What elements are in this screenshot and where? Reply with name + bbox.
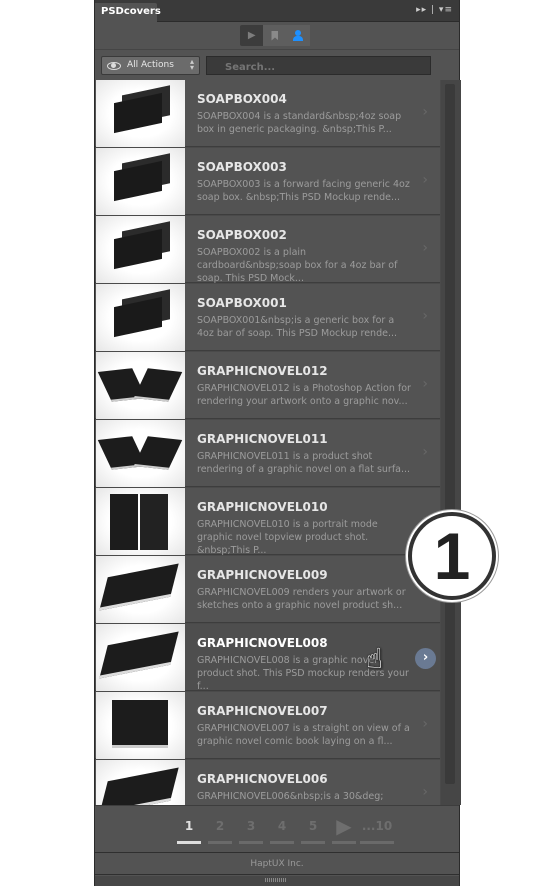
pagination: 1 2 3 4 5 ▶ ...10 — [95, 805, 459, 853]
play-icon[interactable]: ▶ — [240, 25, 263, 46]
list-item[interactable]: GRAPHICNOVEL008 GRAPHICNOVEL008 is a gra… — [95, 624, 440, 692]
toolbar: ▶ — [95, 22, 459, 50]
page-indicator — [360, 841, 394, 844]
next-page-icon[interactable]: ▶ — [332, 814, 356, 838]
item-title: GRAPHICNOVEL009 — [197, 568, 328, 582]
chevron-right-icon[interactable]: › — [422, 444, 428, 460]
chevron-right-icon[interactable]: › — [422, 240, 428, 256]
scrollbar-thumb[interactable] — [445, 84, 455, 784]
item-description: SOAPBOX003 is a forward facing generic 4… — [197, 179, 410, 203]
page-indicator — [239, 841, 263, 844]
list-item[interactable]: GRAPHICNOVEL011 GRAPHICNOVEL011 is a pro… — [95, 420, 440, 487]
cover-thumbnail — [96, 284, 185, 351]
eye-icon — [107, 62, 121, 70]
chevron-right-icon[interactable]: › — [422, 104, 428, 120]
cover-thumbnail — [96, 692, 185, 759]
item-title: GRAPHICNOVEL006 — [197, 772, 328, 786]
list-item[interactable]: SOAPBOX003 SOAPBOX003 is a forward facin… — [95, 148, 440, 215]
cover-thumbnail — [96, 556, 185, 623]
list-item[interactable]: GRAPHICNOVEL007 GRAPHICNOVEL007 is a str… — [95, 692, 440, 759]
item-description: GRAPHICNOVEL007 is a straight on view of… — [197, 723, 410, 747]
footer: HaptUX Inc. — [95, 853, 459, 875]
cover-thumbnail — [96, 420, 185, 487]
item-description: SOAPBOX002 is a plain cardboard&nbsp;soa… — [197, 247, 398, 284]
bookmark-icon[interactable] — [263, 25, 287, 46]
cover-thumbnail — [96, 352, 185, 419]
list-item[interactable]: SOAPBOX001 SOAPBOX001&nbsp;is a generic … — [95, 284, 440, 351]
chevron-right-icon[interactable]: › — [422, 784, 428, 800]
search-input[interactable] — [206, 56, 431, 75]
filter-selected-value: All Actions — [127, 60, 174, 70]
cover-thumbnail — [96, 148, 185, 215]
cover-thumbnail — [96, 80, 185, 147]
item-description: GRAPHICNOVEL006&nbsp;is a 30&deg; — [197, 791, 384, 802]
page-link[interactable]: ...10 — [360, 819, 394, 833]
page-link[interactable]: 3 — [239, 819, 263, 833]
panel-menu-icon[interactable]: ▸▸ | ▾≡ — [416, 5, 453, 15]
cover-thumbnail — [96, 216, 185, 283]
page-indicator — [208, 841, 232, 844]
item-title: GRAPHICNOVEL012 — [197, 364, 328, 378]
chevron-right-icon[interactable]: › — [422, 716, 428, 732]
item-title: SOAPBOX004 — [197, 92, 287, 106]
item-title: GRAPHICNOVEL007 — [197, 704, 328, 718]
psdcovers-panel: PSDcovers ▸▸ | ▾≡ ▶ All Actions ▴▾ SOAPB… — [94, 0, 461, 886]
item-description: GRAPHICNOVEL011 is a product shot render… — [197, 451, 411, 475]
filter-row: All Actions ▴ ▾ — [95, 52, 459, 80]
cover-thumbnail — [96, 488, 185, 555]
list-item[interactable]: GRAPHICNOVEL009 GRAPHICNOVEL009 renders … — [95, 556, 440, 623]
item-title: GRAPHICNOVEL011 — [197, 432, 328, 446]
list-item[interactable]: SOAPBOX002 SOAPBOX002 is a plain cardboa… — [95, 216, 440, 284]
hand-cursor-icon: ☝ — [366, 642, 384, 675]
item-description: GRAPHICNOVEL010 is a portrait mode graph… — [197, 519, 378, 556]
list-item[interactable]: GRAPHICNOVEL006 GRAPHICNOVEL006&nbsp;is … — [95, 760, 440, 805]
callout-number-badge: 1 — [408, 512, 496, 600]
item-title: SOAPBOX001 — [197, 296, 287, 310]
chevron-right-icon[interactable]: › — [422, 172, 428, 188]
item-description: SOAPBOX001&nbsp;is a generic box for a 4… — [197, 315, 398, 339]
item-title: SOAPBOX002 — [197, 228, 287, 242]
item-title: GRAPHICNOVEL010 — [197, 500, 328, 514]
page-link[interactable]: 1 — [177, 819, 201, 833]
resize-grip[interactable] — [95, 876, 459, 886]
view-toggle: ▶ — [240, 25, 310, 46]
tab-psdcovers[interactable]: PSDcovers — [95, 3, 161, 22]
chevron-right-icon[interactable]: › — [422, 376, 428, 392]
item-description: GRAPHICNOVEL012 is a Photoshop Action fo… — [197, 383, 411, 407]
actions-filter-select[interactable]: All Actions ▴ ▾ — [101, 56, 200, 75]
chevron-right-icon[interactable]: › — [415, 648, 436, 669]
panel-tab-bar: PSDcovers ▸▸ | ▾≡ — [95, 0, 459, 22]
list-item[interactable]: GRAPHICNOVEL010 GRAPHICNOVEL010 is a por… — [95, 488, 440, 556]
page-indicator — [177, 841, 201, 844]
item-title: GRAPHICNOVEL008 — [197, 636, 328, 650]
cover-list: SOAPBOX004 SOAPBOX004 is a standard&nbsp… — [95, 80, 441, 805]
item-description: GRAPHICNOVEL009 renders your artwork or … — [197, 587, 406, 611]
page-indicator — [270, 841, 294, 844]
item-title: SOAPBOX003 — [197, 160, 287, 174]
list-item[interactable]: GRAPHICNOVEL012 GRAPHICNOVEL012 is a Pho… — [95, 352, 440, 419]
list-item[interactable]: SOAPBOX004 SOAPBOX004 is a standard&nbsp… — [95, 80, 440, 147]
item-description: SOAPBOX004 is a standard&nbsp;4oz soap b… — [197, 111, 402, 135]
user-icon[interactable] — [286, 25, 310, 46]
page-link[interactable]: 5 — [301, 819, 325, 833]
cover-thumbnail — [96, 624, 185, 691]
page-indicator — [301, 841, 325, 844]
page-indicator — [332, 841, 356, 844]
page-link[interactable]: 2 — [208, 819, 232, 833]
cover-thumbnail — [96, 760, 185, 805]
chevron-right-icon[interactable]: › — [422, 308, 428, 324]
updown-arrows-icon: ▴ ▾ — [189, 57, 194, 72]
scrollbar[interactable] — [441, 80, 461, 805]
page-link[interactable]: 4 — [270, 819, 294, 833]
